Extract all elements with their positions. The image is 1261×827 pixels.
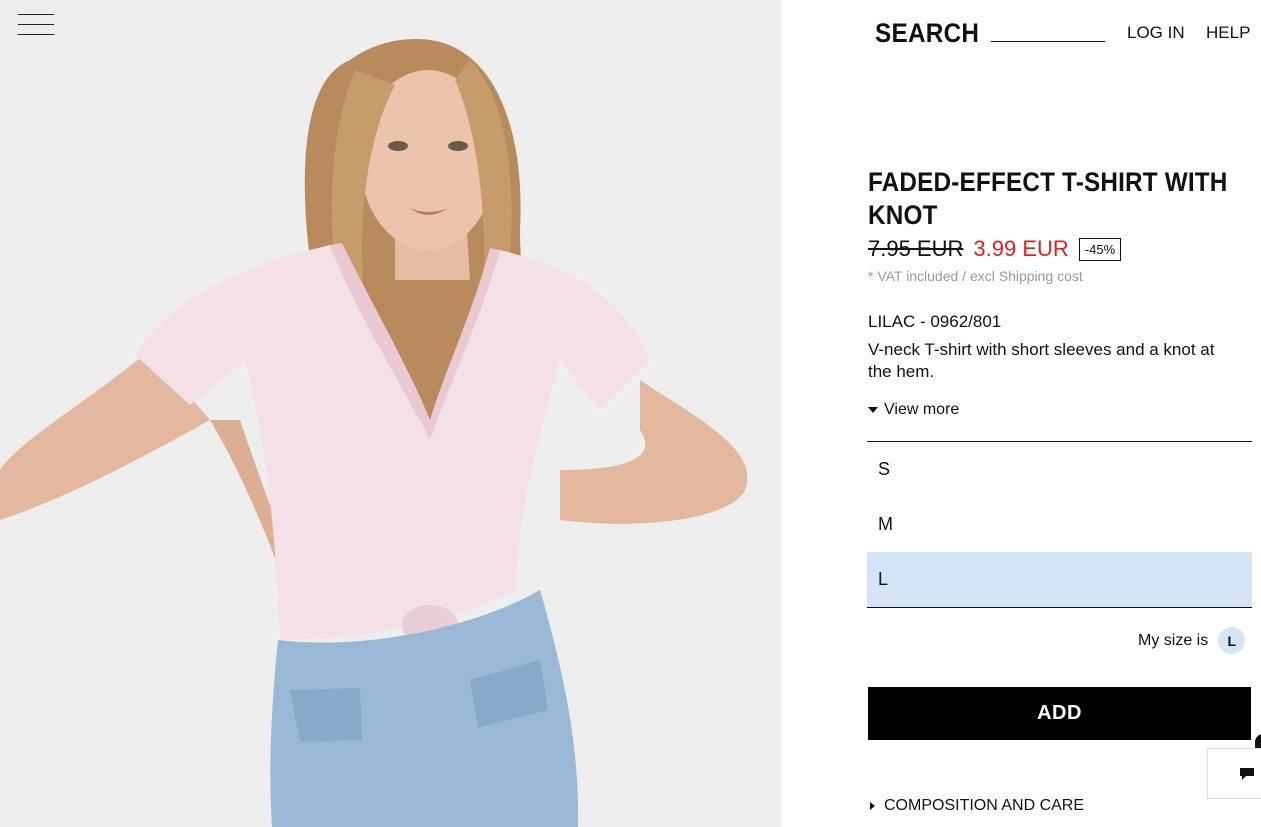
triangle-right-icon — [870, 802, 875, 810]
search-input-underline[interactable] — [991, 41, 1105, 42]
view-more-label: View more — [884, 401, 960, 418]
hamburger-icon — [18, 14, 54, 15]
size-option-m[interactable]: M — [867, 497, 1252, 552]
my-size-label: My size is — [1138, 631, 1209, 649]
vat-note: * VAT included / excl Shipping cost — [868, 268, 1083, 284]
sale-price: 3.99 EUR — [973, 236, 1069, 261]
login-link[interactable]: LOG IN — [1127, 23, 1185, 43]
old-price: 7.95 EUR — [868, 236, 964, 261]
triangle-down-icon — [868, 407, 878, 413]
product-description: V-neck T-shirt with short sleeves and a … — [868, 340, 1215, 381]
help-link[interactable]: HELP — [1206, 23, 1250, 43]
product-image[interactable] — [0, 0, 781, 827]
model-photo — [0, 0, 781, 827]
size-list: S M L — [867, 441, 1252, 608]
menu-button[interactable] — [18, 14, 54, 36]
composition-label: COMPOSITION AND CARE — [884, 797, 1085, 814]
discount-badge: -45% — [1078, 237, 1122, 261]
product-title-line1: FADED-EFFECT T-SHIRT WITH — [868, 167, 1228, 197]
chat-bubble-icon — [1240, 768, 1254, 780]
size-option-l[interactable]: L — [867, 552, 1252, 607]
my-size-indicator: My size is L — [1138, 627, 1246, 654]
price-row: 7.95 EUR 3.99 EUR -45% — [868, 236, 1122, 262]
hamburger-icon-line — [18, 34, 54, 35]
hamburger-icon-line — [18, 24, 54, 25]
product-title: FADED-EFFECT T-SHIRT WITH KNOT — [868, 166, 1246, 232]
product-title-line2: KNOT — [868, 200, 938, 230]
view-more-toggle[interactable]: View more — [868, 401, 959, 419]
size-option-s[interactable]: S — [867, 442, 1252, 497]
composition-and-care-toggle[interactable]: COMPOSITION AND CARE — [870, 797, 1084, 815]
chat-button[interactable] — [1207, 748, 1261, 799]
my-size-badge[interactable]: L — [1218, 627, 1246, 654]
search-label[interactable]: SEARCH — [875, 18, 979, 49]
add-to-cart-button[interactable]: ADD — [868, 687, 1251, 740]
color-reference: LILAC - 0962/801 — [868, 312, 1002, 331]
